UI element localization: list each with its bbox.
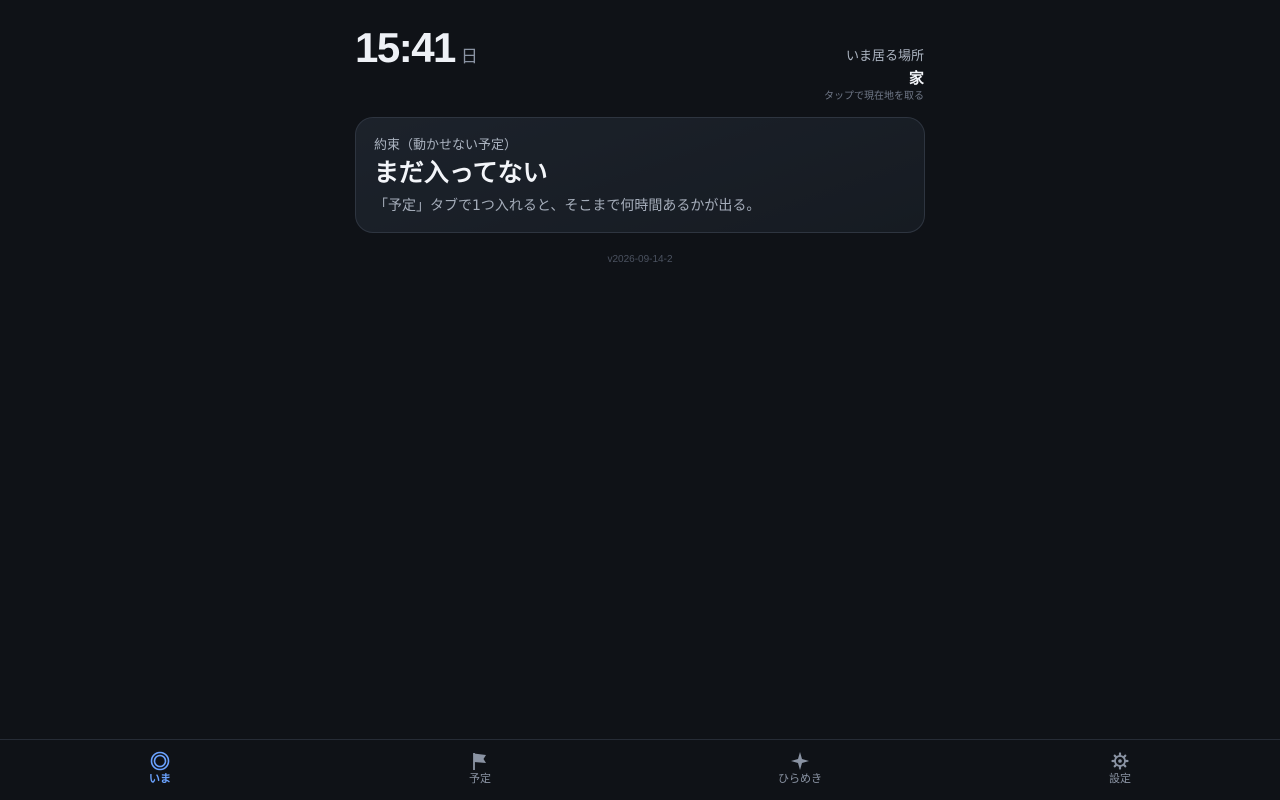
header: 15:41 日 いま居る場所 家 タップで現在地を取る: [355, 0, 925, 117]
location-hint: タップで現在地を取る: [824, 91, 924, 102]
tab-settings[interactable]: 設定: [960, 740, 1280, 800]
card-kicker: 約束（動かせない予定）: [374, 138, 518, 153]
flag-icon: [469, 750, 491, 772]
tab-label: 設定: [1109, 772, 1131, 785]
tab-bar: いま 予定 ひらめき 設定: [0, 739, 1280, 800]
tab-label: 予定: [469, 772, 491, 785]
circle-icon: [149, 750, 171, 772]
gear-icon: [1109, 750, 1131, 772]
card-description: 「予定」タブで1つ入れると、そこまで何時間あるかが出る。: [374, 198, 761, 214]
appointment-card: 約束（動かせない予定） まだ入ってない 「予定」タブで1つ入れると、そこまで何時…: [355, 117, 925, 233]
location-name: 家: [908, 69, 924, 87]
clock-day: 日: [460, 47, 478, 67]
version-text: v2026-09-14-2: [607, 254, 673, 265]
clock: 15:41 日: [355, 24, 478, 72]
location-button[interactable]: いま居る場所 家 タップで現在地を取る: [824, 48, 924, 104]
tab-now[interactable]: いま: [0, 740, 320, 800]
clock-time: 15:41: [355, 24, 456, 71]
tab-schedule[interactable]: 予定: [320, 740, 640, 800]
tab-label: ひらめき: [778, 772, 822, 785]
app-screen: 15:41 日 いま居る場所 家 タップで現在地を取る 約束（動かせない予定） …: [0, 0, 1280, 800]
location-label: いま居る場所: [845, 49, 924, 64]
card-title: まだ入ってない: [374, 158, 548, 187]
tab-label: いま: [149, 772, 171, 785]
main-column: 15:41 日 いま居る場所 家 タップで現在地を取る 約束（動かせない予定） …: [355, 0, 925, 265]
tab-ideas[interactable]: ひらめき: [640, 740, 960, 800]
sparkle-icon: [789, 750, 811, 772]
